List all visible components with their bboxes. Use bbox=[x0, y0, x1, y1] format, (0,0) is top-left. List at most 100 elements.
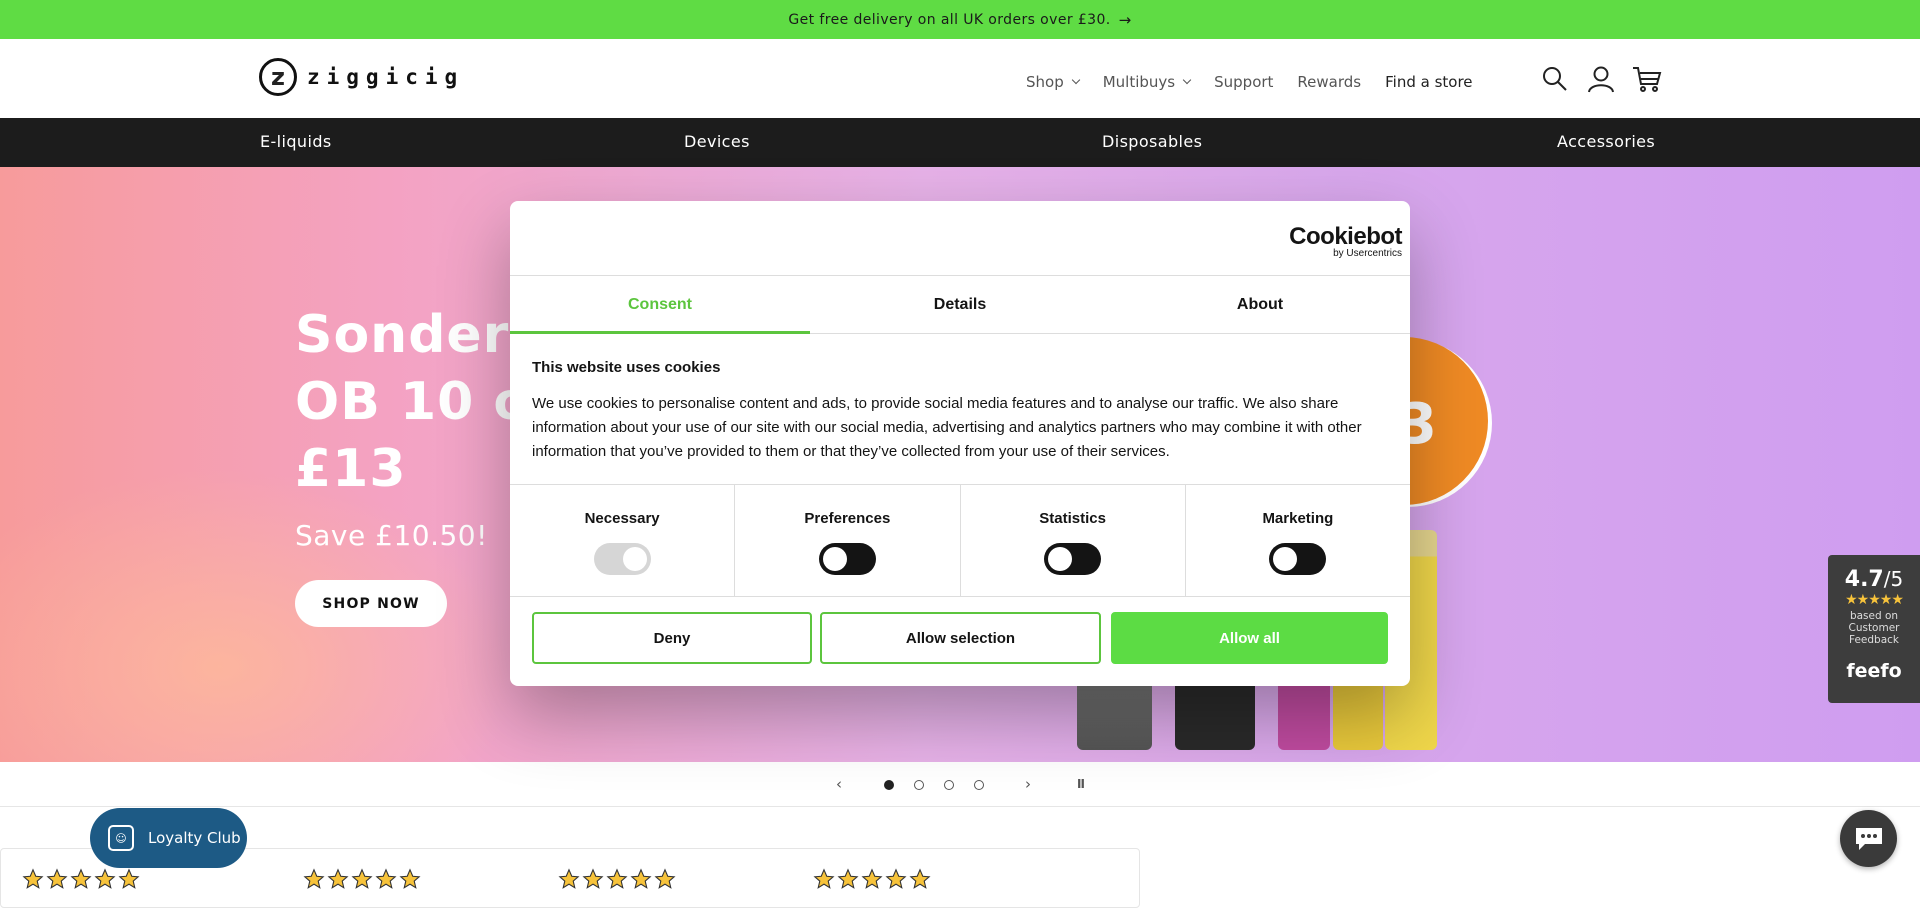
account-icon[interactable] bbox=[1586, 64, 1616, 94]
feefo-out-of: /5 bbox=[1883, 567, 1904, 591]
chat-bubble-icon bbox=[1855, 827, 1882, 850]
toggle-label-statistics: Statistics bbox=[1039, 510, 1106, 527]
category-bar: E-liquids Devices Disposables Accessorie… bbox=[0, 118, 1920, 167]
nav-rewards-label: Rewards bbox=[1297, 73, 1362, 91]
star-icon bbox=[70, 868, 92, 889]
toggle-label-necessary: Necessary bbox=[584, 510, 660, 527]
allow-all-button[interactable]: Allow all bbox=[1111, 612, 1388, 664]
slider-dot-4[interactable] bbox=[974, 780, 984, 790]
star-icon bbox=[118, 868, 140, 889]
site-header: z ziggicig Shop Multibuys Support Reward… bbox=[0, 39, 1920, 118]
star-icon bbox=[885, 868, 907, 889]
star-icon bbox=[327, 868, 349, 889]
star-icon bbox=[94, 868, 116, 889]
star-icon bbox=[399, 868, 421, 889]
nav-rewards[interactable]: Rewards bbox=[1297, 73, 1361, 91]
loyalty-label: Loyalty Club bbox=[148, 829, 241, 847]
toggle-group-statistics: Statistics bbox=[961, 485, 1186, 596]
toggle-label-preferences: Preferences bbox=[804, 510, 891, 527]
toggle-group-marketing: Marketing bbox=[1186, 485, 1410, 596]
nav-multibuys-label: Multibuys bbox=[1102, 73, 1176, 91]
slider-next-icon[interactable]: › bbox=[1025, 775, 1031, 793]
announcement-text: Get free delivery on all UK orders over … bbox=[788, 11, 1111, 28]
category-accessories[interactable]: Accessories bbox=[1557, 132, 1655, 151]
cookie-description: We use cookies to personalise content an… bbox=[532, 395, 1362, 460]
announcement-bar[interactable]: Get free delivery on all UK orders over … bbox=[0, 0, 1920, 39]
nav-support-label: Support bbox=[1214, 73, 1274, 91]
logo-mark-icon: z bbox=[259, 58, 297, 96]
cookie-consent-dialog: Cookiebot by Usercentrics Consent Detail… bbox=[510, 201, 1410, 686]
star-icon bbox=[558, 868, 580, 889]
star-icon bbox=[861, 868, 883, 889]
star-icon bbox=[909, 868, 931, 889]
star-icon bbox=[22, 868, 44, 889]
feefo-score-value: 4.7 bbox=[1844, 567, 1884, 592]
search-icon[interactable] bbox=[1540, 64, 1570, 94]
review-stars-2 bbox=[303, 868, 421, 890]
slider-dot-3[interactable] bbox=[944, 780, 954, 790]
deny-button[interactable]: Deny bbox=[532, 612, 812, 664]
cookiebot-brand: Cookiebot bbox=[1289, 223, 1402, 250]
toggle-group-necessary: Necessary bbox=[510, 485, 736, 596]
slider-dot-1[interactable] bbox=[884, 780, 894, 790]
tab-details[interactable]: Details bbox=[810, 276, 1110, 333]
nav-multibuys[interactable]: Multibuys bbox=[1102, 73, 1192, 91]
feefo-score: 4.7/5 bbox=[1828, 567, 1920, 592]
hero-subtitle: Save £10.50! bbox=[295, 519, 488, 552]
toggle-label-marketing: Marketing bbox=[1262, 510, 1334, 527]
category-devices[interactable]: Devices bbox=[684, 132, 750, 151]
feefo-rating-badge[interactable]: 4.7/5 ★★★★★ based on Customer Feedback f… bbox=[1828, 555, 1920, 703]
feefo-logo: feefo bbox=[1846, 660, 1902, 682]
arrow-right-icon: → bbox=[1118, 10, 1132, 29]
logo-text: ziggicig bbox=[307, 65, 465, 89]
star-icon bbox=[813, 868, 835, 889]
necessary-toggle bbox=[593, 543, 651, 575]
main-nav: Shop Multibuys Support Rewards Find a st… bbox=[1026, 73, 1497, 91]
preferences-toggle[interactable] bbox=[818, 543, 876, 575]
star-icon bbox=[303, 868, 325, 889]
nav-shop-label: Shop bbox=[1026, 73, 1064, 91]
cookie-tabs: Consent Details About bbox=[510, 276, 1410, 334]
feefo-stars: ★★★★★ bbox=[1845, 592, 1904, 608]
tab-consent[interactable]: Consent bbox=[510, 276, 810, 334]
category-e-liquids[interactable]: E-liquids bbox=[260, 132, 332, 151]
statistics-toggle[interactable] bbox=[1044, 543, 1102, 575]
slider-dot-2[interactable] bbox=[914, 780, 924, 790]
category-disposables[interactable]: Disposables bbox=[1102, 132, 1202, 151]
slider-pause-icon[interactable]: II bbox=[1077, 777, 1085, 791]
nav-support[interactable]: Support bbox=[1214, 73, 1273, 91]
review-stars-4 bbox=[813, 868, 931, 890]
star-icon bbox=[630, 868, 652, 889]
cookie-dialog-header: Cookiebot by Usercentrics bbox=[510, 201, 1410, 276]
header-icons bbox=[1540, 64, 1662, 94]
star-icon bbox=[46, 868, 68, 889]
marketing-toggle[interactable] bbox=[1269, 543, 1327, 575]
chevron-down-icon bbox=[1071, 75, 1080, 85]
cookie-heading: This website uses cookies bbox=[532, 359, 721, 376]
shop-now-button[interactable]: SHOP NOW bbox=[295, 580, 447, 627]
loyalty-icon: ☺ bbox=[108, 825, 134, 851]
loyalty-club-button[interactable]: ☺ Loyalty Club bbox=[90, 808, 247, 868]
nav-find-store[interactable]: Find a store bbox=[1385, 73, 1472, 91]
star-icon bbox=[582, 868, 604, 889]
star-icon bbox=[837, 868, 859, 889]
allow-selection-button[interactable]: Allow selection bbox=[820, 612, 1101, 664]
feefo-note: based on Customer Feedback bbox=[1848, 610, 1900, 646]
cart-icon[interactable] bbox=[1632, 64, 1662, 94]
chat-button[interactable] bbox=[1840, 810, 1897, 867]
cookie-toggles: Necessary Preferences Statistics Marketi… bbox=[510, 484, 1410, 597]
slider-prev-icon[interactable]: ‹ bbox=[836, 775, 842, 793]
cookiebot-logo: Cookiebot by Usercentrics bbox=[1289, 223, 1402, 259]
cookie-buttons: Deny Allow selection Allow all bbox=[532, 612, 1388, 664]
review-stars-1 bbox=[22, 868, 140, 890]
nav-shop[interactable]: Shop bbox=[1026, 73, 1080, 91]
nav-find-store-label: Find a store bbox=[1385, 73, 1473, 91]
star-icon bbox=[375, 868, 397, 889]
chevron-down-icon bbox=[1182, 75, 1192, 85]
review-stars-3 bbox=[558, 868, 676, 890]
slider-controls: ‹ › II bbox=[0, 762, 1920, 807]
site-logo[interactable]: z ziggicig bbox=[259, 57, 464, 97]
star-icon bbox=[606, 868, 628, 889]
star-icon bbox=[351, 868, 373, 889]
tab-about[interactable]: About bbox=[1110, 276, 1410, 333]
